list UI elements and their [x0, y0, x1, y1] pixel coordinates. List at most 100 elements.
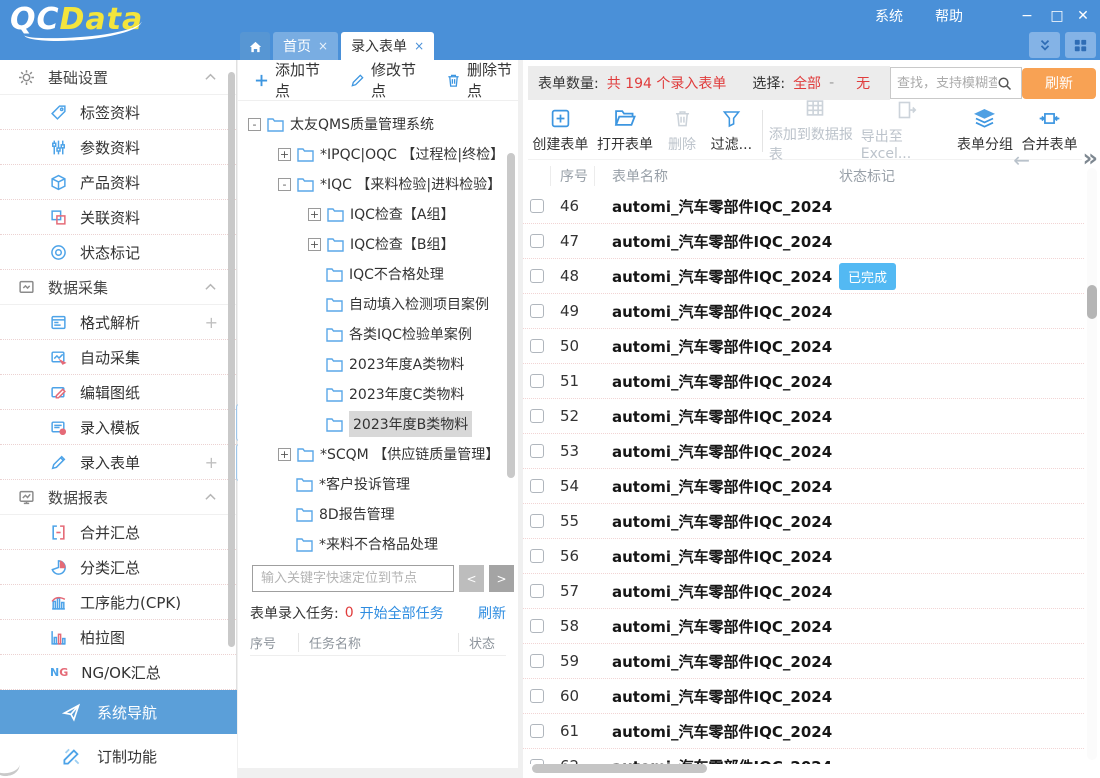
menu-help[interactable]: 帮助: [935, 6, 963, 26]
tree-node[interactable]: 2023年度C类物料: [238, 379, 518, 409]
sidebar-item-entry-forms[interactable]: 录入表单 +: [0, 445, 236, 480]
item-label[interactable]: 编辑图纸: [80, 382, 140, 403]
delete-node-button[interactable]: 删除节点: [446, 59, 518, 101]
tab-entry-forms[interactable]: 录入表单 ×: [341, 32, 434, 60]
sidebar-item-cpk[interactable]: 工序能力(CPK): [0, 585, 236, 620]
minimize-button[interactable]: −: [1014, 6, 1040, 26]
tree-node-label[interactable]: 各类IQC检验单案例: [349, 324, 472, 344]
table-hscrollbar-thumb[interactable]: [532, 764, 707, 773]
sidebar-item-entry-template[interactable]: 录入模板: [0, 410, 236, 445]
table-row[interactable]: 51automi_汽车零部件IQC_20240408100130: [523, 364, 1084, 399]
tab-homepage[interactable]: 首页 ×: [273, 32, 338, 60]
tree-node[interactable]: 8D报告管理: [238, 499, 518, 529]
select-all-link[interactable]: 全部: [793, 73, 821, 93]
row-checkbox[interactable]: [530, 619, 544, 633]
button-label[interactable]: 修改节点: [371, 59, 422, 101]
tree-node[interactable]: 自动填入检测项目案例: [238, 289, 518, 319]
sidebar-item-custom-functions[interactable]: 订制功能: [0, 734, 237, 778]
tree-node-label[interactable]: 太友QMS质量管理系统: [290, 114, 434, 134]
row-form-name[interactable]: automi_汽车零部件IQC_20240403100127: [588, 476, 832, 497]
row-form-name[interactable]: automi_汽车零部件IQC_20240415100220: [588, 196, 832, 217]
maximize-button[interactable]: □: [1044, 6, 1070, 26]
button-label[interactable]: 添加节点: [275, 59, 326, 101]
tree-search-input[interactable]: [252, 565, 454, 592]
row-checkbox[interactable]: [530, 374, 544, 388]
tree-node[interactable]: *客户投诉管理: [238, 469, 518, 499]
item-label[interactable]: 柏拉图: [80, 627, 125, 648]
row-form-name[interactable]: automi_汽车零部件IQC_20240328100125: [588, 546, 832, 567]
collapse-expander-icon[interactable]: -: [248, 118, 261, 131]
chevron-up-icon[interactable]: [205, 283, 216, 291]
item-label[interactable]: NG/OK汇总: [81, 662, 161, 683]
sidebar-item-status-marks[interactable]: 状态标记: [0, 235, 236, 270]
row-form-name[interactable]: automi_汽车零部件IQC_20240409100217: [588, 336, 832, 357]
item-label[interactable]: 标签资料: [80, 102, 140, 123]
tree-node[interactable]: + IQC检查【B组】: [238, 229, 518, 259]
sidebar-item-format-parsing[interactable]: 格式解析 +: [0, 305, 236, 340]
tree-node-label[interactable]: IQC检查【B组】: [350, 234, 455, 254]
item-label[interactable]: 合并汇总: [80, 522, 140, 543]
button-label[interactable]: 过滤...: [711, 134, 752, 154]
tree-node-label[interactable]: *来料不合格品处理: [319, 534, 438, 554]
sidebar-item-category-summary[interactable]: 分类汇总: [0, 550, 236, 585]
row-checkbox[interactable]: [530, 689, 544, 703]
row-form-name[interactable]: automi_汽车零部件IQC_20240321100122: [588, 721, 832, 742]
table-vscrollbar-track[interactable]: [1087, 168, 1097, 760]
row-checkbox[interactable]: [530, 654, 544, 668]
tree-node-label[interactable]: *IQC 【来料检验|进料检验】: [320, 174, 501, 194]
plus-icon[interactable]: +: [205, 313, 218, 332]
item-label[interactable]: 参数资料: [80, 137, 140, 158]
collapse-expander-icon[interactable]: +: [278, 148, 291, 161]
tree-node-label[interactable]: *客户投诉管理: [319, 474, 410, 494]
open-form-button[interactable]: 打开表单: [593, 107, 658, 154]
sidebar-item-system-navigation[interactable]: 系统导航: [0, 690, 237, 734]
row-checkbox[interactable]: [530, 409, 544, 423]
collapse-all-button[interactable]: [1029, 32, 1060, 58]
form-group-button[interactable]: 表单分组: [953, 107, 1018, 154]
table-row[interactable]: 57automi_汽车零部件IQC_20240327100125: [523, 574, 1084, 609]
row-form-name[interactable]: automi_汽车零部件IQC_20240326100125: [588, 616, 832, 637]
tab-close-icon[interactable]: ×: [318, 39, 328, 53]
item-label[interactable]: 录入模板: [80, 417, 140, 438]
row-checkbox[interactable]: [530, 199, 544, 213]
tab-label[interactable]: 录入表单: [351, 36, 407, 56]
merge-form-button[interactable]: 合并表单: [1017, 107, 1082, 154]
form-search-input[interactable]: [897, 76, 997, 91]
start-all-tasks-link[interactable]: 开始全部任务: [360, 603, 444, 623]
grid-view-button[interactable]: [1065, 32, 1096, 58]
table-row[interactable]: 60automi_汽车零部件IQC_20240322100125: [523, 679, 1084, 714]
task-refresh-link[interactable]: 刷新: [478, 603, 506, 623]
button-label[interactable]: 打开表单: [597, 134, 653, 154]
table-row[interactable]: 54automi_汽车零部件IQC_20240403100127: [523, 469, 1084, 504]
row-form-name[interactable]: automi_汽车零部件IQC_20240408100130: [588, 371, 832, 392]
sidebar-item-parameters[interactable]: 参数资料: [0, 130, 236, 165]
item-label[interactable]: 产品资料: [80, 172, 140, 193]
button-label[interactable]: 合并表单: [1022, 134, 1078, 154]
sidebar-item-auto-collect[interactable]: 自动采集: [0, 340, 236, 375]
row-checkbox[interactable]: [530, 514, 544, 528]
row-form-name[interactable]: automi_汽车零部件IQC_20240325100125: [588, 651, 832, 672]
table-row[interactable]: 49automi_汽车零部件IQC_20240410100217: [523, 294, 1084, 329]
button-label[interactable]: 表单分组: [957, 134, 1013, 154]
table-row[interactable]: 55automi_汽车零部件IQC_20240329100127: [523, 504, 1084, 539]
row-checkbox[interactable]: [530, 584, 544, 598]
tree-node-label[interactable]: 2023年度B类物料: [349, 411, 472, 437]
table-row[interactable]: 56automi_汽车零部件IQC_20240328100125: [523, 539, 1084, 574]
row-checkbox[interactable]: [530, 304, 544, 318]
sidebar-item-tags[interactable]: 标签资料: [0, 95, 236, 130]
edit-node-button[interactable]: 修改节点: [350, 59, 422, 101]
chevron-up-icon[interactable]: [205, 493, 216, 501]
search-icon[interactable]: [997, 76, 1012, 91]
close-button[interactable]: ✕: [1070, 6, 1096, 26]
collapse-expander-icon[interactable]: +: [308, 238, 321, 251]
row-form-name[interactable]: automi_汽车零部件IQC_20240410100217: [588, 301, 832, 322]
tab-home[interactable]: [240, 32, 270, 60]
collapse-expander-icon[interactable]: +: [308, 208, 321, 221]
sidebar-scrollbar[interactable]: [228, 72, 235, 647]
add-node-button[interactable]: 添加节点: [254, 59, 326, 101]
item-label[interactable]: 分类汇总: [80, 557, 140, 578]
tree-node[interactable]: 2023年度A类物料: [238, 349, 518, 379]
table-row[interactable]: 46automi_汽车零部件IQC_20240415100220: [523, 189, 1084, 224]
tree-node-label[interactable]: 自动填入检测项目案例: [349, 294, 489, 314]
tree-node[interactable]: + *SCQM 【供应链质量管理】: [238, 439, 518, 469]
